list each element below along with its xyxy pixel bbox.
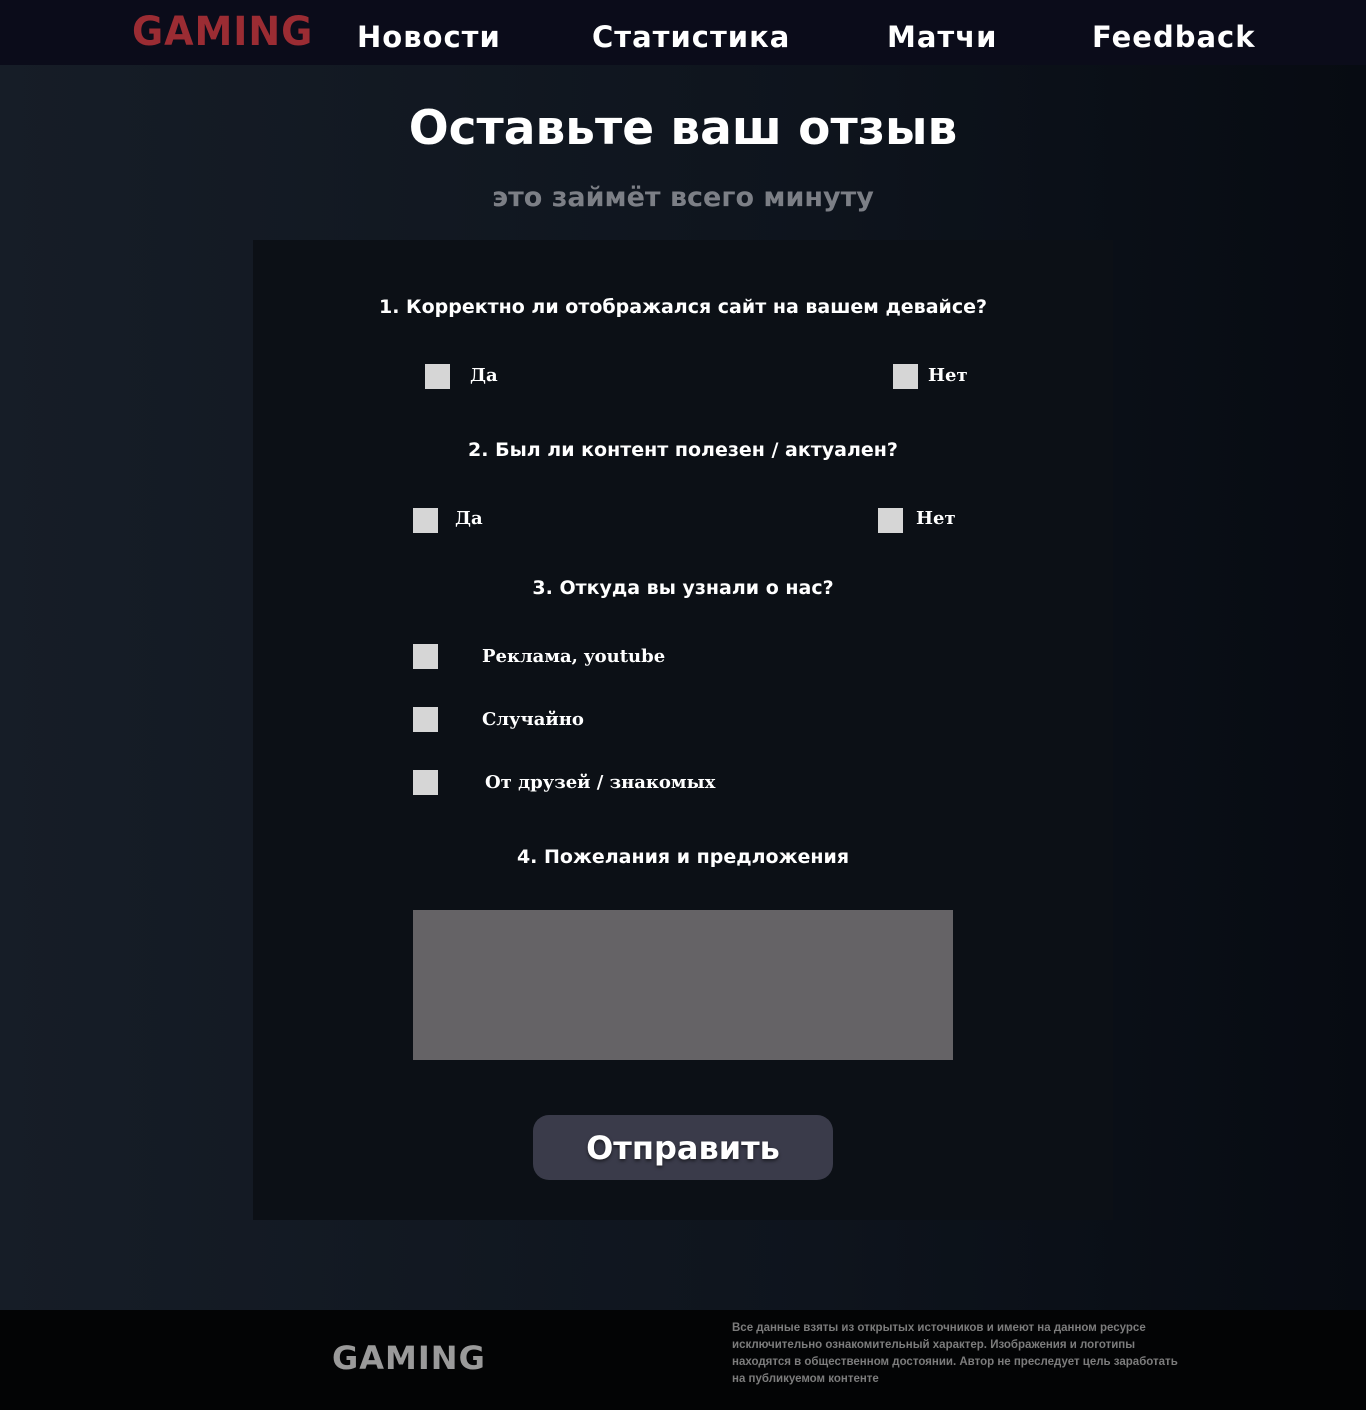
question-4-label: 4. Пожелания и предложения xyxy=(516,846,850,868)
nav-link-matches[interactable]: Матчи xyxy=(887,18,997,56)
q3-ads-label: Реклама, youtube xyxy=(482,646,666,667)
q1-yes-label: Да xyxy=(470,365,498,386)
nav-link-statistics[interactable]: Статистика xyxy=(592,18,790,56)
q3-friends-checkbox[interactable] xyxy=(413,770,438,795)
q3-friends-label: От друзей / знакомых xyxy=(485,772,716,793)
q3-ads-checkbox[interactable] xyxy=(413,644,438,669)
q1-yes-checkbox[interactable] xyxy=(425,364,450,389)
q3-random-label: Случайно xyxy=(482,709,584,730)
site-logo[interactable]: GAMING xyxy=(132,10,313,54)
submit-button[interactable]: Отправить xyxy=(533,1115,833,1180)
q1-no-checkbox[interactable] xyxy=(893,364,918,389)
q2-yes-checkbox[interactable] xyxy=(413,508,438,533)
nav-link-feedback[interactable]: Feedback xyxy=(1092,18,1256,56)
q2-no-checkbox[interactable] xyxy=(878,508,903,533)
page-subtitle: это займёт всего минуту xyxy=(492,182,874,213)
q3-random-checkbox[interactable] xyxy=(413,707,438,732)
q2-yes-label: Да xyxy=(455,508,483,529)
question-2-label: 2. Был ли контент полезен / актуален? xyxy=(468,439,898,461)
nav-link-news[interactable]: Новости xyxy=(357,18,501,56)
footer-disclaimer: Все данные взяты из открытых источников … xyxy=(732,1322,1178,1385)
q2-no-label: Нет xyxy=(916,508,956,529)
q1-no-label: Нет xyxy=(928,365,968,386)
question-3-label: 3. Откуда вы узнали о нас? xyxy=(532,577,834,599)
footer-logo: GAMING xyxy=(332,1339,486,1377)
feedback-form-panel xyxy=(253,240,1113,1220)
suggestions-textarea[interactable] xyxy=(413,910,953,1060)
page-title: Оставьте ваш отзыв xyxy=(408,101,958,156)
question-1-label: 1. Корректно ли отображался сайт на ваше… xyxy=(379,296,987,318)
